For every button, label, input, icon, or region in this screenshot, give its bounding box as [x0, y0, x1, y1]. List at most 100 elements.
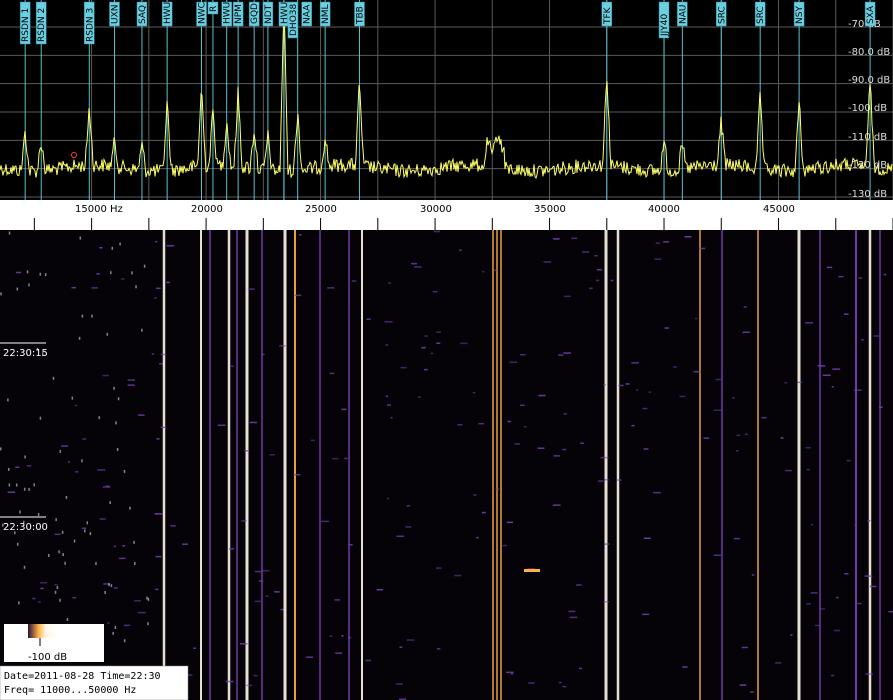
waterfall-noise-dot	[117, 397, 120, 401]
waterfall-noise-dot	[826, 266, 833, 269]
waterfall-noise-dot	[141, 328, 143, 332]
waterfall-noise-dot	[72, 596, 77, 599]
waterfall-noise-dot	[436, 331, 441, 334]
waterfall-noise-dot	[134, 561, 136, 565]
waterfall-noise-dot	[254, 600, 261, 603]
waterfall-noise-dot	[341, 408, 347, 411]
waterfall-noise-dot	[739, 684, 747, 686]
waterfall-noise-dot	[138, 414, 145, 416]
waterfall-noise-dot	[120, 278, 125, 280]
waterfall-noise-dot	[71, 286, 76, 289]
waterfall-noise-dot	[433, 230, 441, 233]
waterfall-noise-dot	[71, 396, 74, 400]
waterfall-noise-dot	[155, 240, 158, 243]
info-frequency-range: Freq= 11000...50000 Hz	[4, 685, 136, 696]
waterfall-noise-dot	[653, 491, 661, 494]
waterfall-noise-dot	[750, 691, 754, 693]
waterfall-noise-dot	[631, 362, 639, 364]
waterfall-noise-dot	[135, 285, 137, 289]
waterfall-noise-dot	[114, 625, 117, 629]
color-legend: -100 dB	[4, 624, 104, 663]
waterfall-noise-dot	[28, 487, 30, 491]
waterfall-noise-dot	[376, 588, 383, 591]
waterfall-noise-dot	[65, 495, 68, 499]
waterfall-noise-dot	[655, 242, 660, 244]
frequency-axis[interactable]: 15000 Hz 20000 25000 30000 35000 40000 4…	[0, 200, 893, 230]
waterfall-noise-dot	[15, 271, 22, 274]
waterfall-noise-dot	[15, 466, 20, 468]
waterfall-noise-dot	[253, 674, 258, 677]
waterfall-noise-dot	[460, 342, 468, 345]
freq-label-15000: 15000 Hz	[75, 204, 123, 215]
waterfall-noise-dot	[582, 251, 590, 253]
waterfall-noise-dot	[761, 416, 767, 419]
waterfall-noise-dot	[514, 443, 520, 445]
spectrum-trace	[0, 4, 893, 180]
waterfall-noise-dot	[617, 479, 622, 481]
waterfall-noise-dot	[838, 275, 844, 278]
waterfall-noise-dot	[553, 238, 560, 240]
waterfall-noise-dot	[846, 459, 851, 462]
waterfall-noise-dot	[454, 574, 462, 577]
waterfall-noise-dot	[878, 406, 883, 408]
info-box: Date=2011-08-28 Time=22:30 Freq= 11000..…	[0, 665, 189, 700]
waterfall-noise-dot	[146, 596, 148, 600]
station-label-text: SRC	[756, 6, 766, 24]
waterfall-noise-dot	[39, 416, 42, 420]
peak-cursor-icon[interactable]	[71, 152, 77, 158]
station-label-text: TFK	[603, 6, 613, 25]
waterfall-noise-dot	[193, 647, 196, 649]
waterfall-noise-dot	[32, 597, 36, 600]
waterfall-noise-dot	[225, 680, 234, 683]
waterfall-noise-dot	[784, 382, 788, 384]
waterfall-noise-dot	[507, 420, 512, 423]
waterfall-noise-dot	[102, 374, 109, 377]
db-label-110: -110 dB	[848, 132, 887, 143]
spectrum-display[interactable]: -70 dB -80.0 dB -90.0 dB -100 dB -110 dB…	[0, 0, 893, 200]
waterfall-display[interactable]: 22:30:15 22:30:00 -100 dB Date=2011-08-2…	[0, 230, 893, 700]
waterfall-noise-dot	[273, 591, 280, 593]
waterfall-noise-dot	[73, 539, 76, 543]
waterfall-noise-dot	[113, 545, 116, 548]
waterfall-noise-dot	[261, 353, 265, 356]
waterfall-noise-dot	[733, 537, 740, 540]
station-label-text: SXA	[866, 5, 876, 24]
waterfall-noise-dot	[147, 622, 149, 626]
waterfall-noise-dot	[166, 245, 175, 247]
waterfall-noise-dot	[713, 554, 721, 557]
waterfall-noise-dot	[56, 585, 59, 589]
waterfall-noise-dot	[873, 335, 880, 337]
waterfall-noise-dot	[538, 394, 546, 397]
waterfall-noise-dot	[806, 603, 811, 605]
waterfall-noise-dot	[785, 469, 792, 472]
waterfall-noise-dot	[478, 422, 484, 425]
waterfall-noise-dot	[341, 635, 344, 637]
waterfall-noise-dot	[594, 254, 598, 257]
waterfall-noise-dot	[334, 599, 340, 601]
waterfall-noise-dot	[127, 384, 135, 386]
waterfall-noise-dot	[603, 383, 606, 386]
station-label-text: GQD	[250, 3, 260, 24]
db-label-120: -120 dB	[848, 160, 887, 171]
waterfall-noise-dot	[563, 295, 571, 298]
waterfall-noise-dot	[0, 447, 2, 451]
waterfall-noise-dot	[775, 662, 782, 664]
waterfall-noise-dot	[54, 590, 57, 594]
station-label-box: NPM	[232, 1, 244, 27]
station-label-box: HWU	[161, 2, 173, 27]
waterfall-noise-dot	[732, 397, 735, 399]
waterfall-noise-dot	[245, 684, 253, 687]
waterfall-noise-dot	[110, 271, 112, 275]
waterfall-noise-dot	[562, 448, 567, 451]
waterfall-noise-dot	[396, 683, 403, 685]
info-date-time: Date=2011-08-28 Time=22:30	[4, 671, 161, 682]
waterfall-noise-dot	[814, 624, 821, 627]
waterfall-noise-dot	[418, 396, 421, 398]
waterfall-noise-dot	[123, 639, 126, 643]
waterfall-noise-dot	[399, 646, 403, 648]
station-label-box: SXA	[864, 1, 876, 27]
station-label-text: R	[209, 6, 219, 12]
waterfall-noise-dot	[67, 461, 71, 463]
waterfall-noise-dot	[580, 442, 585, 445]
waterfall-noise-dot	[39, 582, 48, 584]
